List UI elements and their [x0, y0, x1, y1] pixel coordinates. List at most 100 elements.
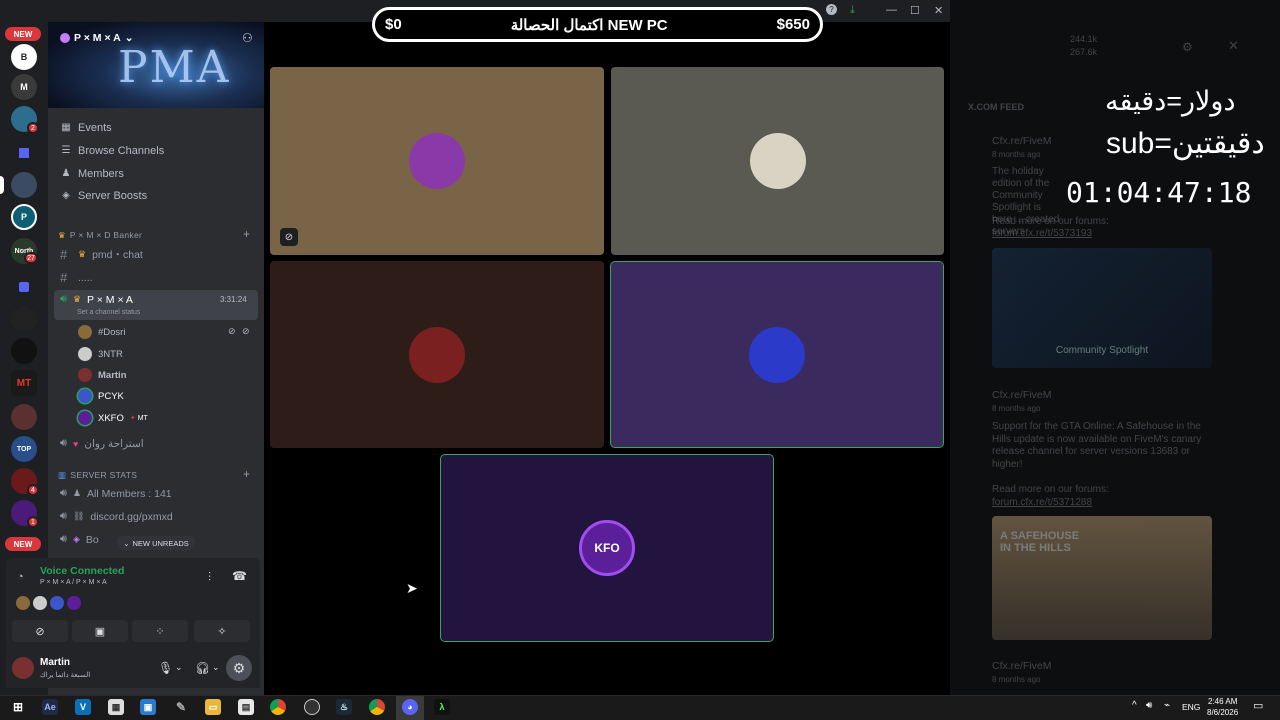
- camera-off-icon: ⊘: [280, 228, 298, 246]
- category-banker[interactable]: ♛ P × M × D Banker: [58, 230, 142, 241]
- chevron-down-icon: ⌄: [123, 538, 130, 548]
- minimize-button[interactable]: —: [886, 4, 897, 16]
- app-circle-icon[interactable]: [304, 699, 320, 715]
- calculator-icon[interactable]: ▦: [108, 699, 124, 715]
- nav-server-boosts[interactable]: ◈ Server Boosts: [60, 190, 147, 202]
- category-label: P × M × D Banker: [69, 230, 143, 240]
- server-icon-p[interactable]: P: [11, 204, 37, 230]
- participant-tile[interactable]: [611, 67, 944, 255]
- category-server-stats[interactable]: ▥ SERVER STATS: [58, 470, 137, 481]
- avatar: [78, 389, 92, 403]
- network-icon[interactable]: ⌁: [1164, 700, 1170, 711]
- voice-user[interactable]: #Dosri: [78, 325, 125, 339]
- clock-date[interactable]: 8/6/2026: [1207, 708, 1238, 717]
- windows-start-icon[interactable]: ⊞: [10, 699, 26, 715]
- discord-icon[interactable]: ◕: [402, 699, 418, 715]
- language-indicator[interactable]: ENG: [1182, 702, 1200, 712]
- user-tag: ✦ MT: [129, 415, 148, 422]
- chevron-down-icon[interactable]: ⌄: [175, 662, 183, 673]
- signal-icon[interactable]: ◔: [17, 571, 24, 583]
- notification-icon[interactable]: ▭: [1253, 699, 1263, 712]
- participant-tile-speaking[interactable]: KFO: [440, 454, 774, 642]
- server-icon-mt[interactable]: MT: [11, 370, 37, 396]
- noise-suppression-icon[interactable]: ⫶: [208, 570, 211, 585]
- settings-gear-icon[interactable]: ⚙: [226, 655, 252, 681]
- voice-user[interactable]: 3NTR: [78, 347, 123, 361]
- new-badge: NEW: [5, 537, 41, 551]
- boost-icon: ◈: [72, 534, 80, 544]
- add-channel-icon[interactable]: +: [243, 227, 250, 241]
- file-explorer-icon[interactable]: ▭: [205, 699, 221, 715]
- participant-tile[interactable]: [270, 261, 604, 448]
- download-icon[interactable]: ⤓: [850, 4, 855, 17]
- nav-browse-channels[interactable]: ☰ Browse Channels: [60, 145, 165, 157]
- close-button[interactable]: ✕: [934, 4, 943, 17]
- post-image[interactable]: A SAFEHOUSE IN THE HILLS: [992, 516, 1212, 640]
- server-icon-7[interactable]: [11, 306, 37, 332]
- server-icon-b[interactable]: B: [11, 44, 37, 70]
- app-v-icon[interactable]: V: [75, 699, 91, 715]
- post-image[interactable]: Community Spotlight: [992, 248, 1212, 368]
- link-icon: ⛓: [72, 511, 85, 521]
- post-link[interactable]: forum.cfx.re/t/5373193: [992, 228, 1092, 239]
- avatar: [50, 596, 64, 610]
- screen-share-button[interactable]: ▣: [72, 620, 128, 642]
- channel-dots[interactable]: #.....: [60, 270, 93, 285]
- voice-channel-path[interactable]: P × M × A / P × M × A: [40, 579, 107, 586]
- steam-icon[interactable]: ♨: [336, 699, 352, 715]
- post-time: 8 months ago: [992, 150, 1041, 159]
- avatar[interactable]: [12, 657, 34, 679]
- crown-icon: ♛: [58, 230, 66, 240]
- close-icon[interactable]: ✕: [1228, 38, 1239, 54]
- voice-user[interactable]: XKFO ✦ MT: [78, 411, 148, 425]
- overlay-rate-line1: دولار=دقيقه: [1105, 86, 1236, 116]
- activities-button[interactable]: ⁘: [132, 620, 188, 642]
- feather-icon[interactable]: ✎: [173, 699, 189, 715]
- server-icon-9[interactable]: [11, 404, 37, 430]
- add-friend-icon[interactable]: ⚇: [242, 31, 253, 45]
- server-icon-m[interactable]: M: [11, 74, 37, 100]
- app-blue-icon[interactable]: ▣: [140, 699, 156, 715]
- microphone-icon[interactable]: 🎙︎: [158, 661, 173, 675]
- add-channel-icon[interactable]: +: [243, 467, 250, 481]
- new-unreads-pill[interactable]: ⌄ NEW UNREADS: [117, 536, 195, 550]
- nav-events[interactable]: ▦ Events: [60, 122, 111, 134]
- server-icon-5[interactable]: [11, 172, 37, 198]
- chrome-icon[interactable]: [270, 699, 286, 715]
- server-icon-6[interactable]: [11, 274, 37, 300]
- channel-status-prompt[interactable]: Set a channel status: [77, 309, 140, 316]
- channel-pmd-chat[interactable]: # ♛ pmd・chat: [60, 247, 143, 262]
- voice-user[interactable]: PCYK: [78, 389, 124, 403]
- help-icon[interactable]: ?: [826, 4, 837, 15]
- chevron-down-icon[interactable]: ⌄: [212, 662, 220, 673]
- app-lambda-icon[interactable]: λ: [434, 699, 450, 715]
- server-icon-4[interactable]: [11, 140, 37, 166]
- volume-icon[interactable]: 🔊︎: [1146, 700, 1152, 711]
- disconnect-icon[interactable]: ☎: [232, 569, 247, 583]
- nav-members[interactable]: ♟ Members: [60, 168, 124, 180]
- goal-target: $650: [776, 16, 810, 33]
- maximize-button[interactable]: ☐: [910, 4, 920, 17]
- voice-user[interactable]: Martin: [78, 368, 127, 382]
- stat-channel[interactable]: 🔊︎ ⛓ discord.gg/pxmxd: [60, 510, 173, 523]
- app-ae-icon[interactable]: Ae: [42, 699, 58, 715]
- headphones-icon[interactable]: 🎧︎: [195, 661, 210, 675]
- tray-chevron-icon[interactable]: ^: [1132, 700, 1137, 711]
- camera-off-button[interactable]: ⊘: [12, 620, 68, 642]
- server-header[interactable]: P × M × A ⌄: [60, 32, 134, 44]
- post-link[interactable]: forum.cfx.re/t/5371288: [992, 497, 1092, 508]
- server-icon-top[interactable]: TOP: [11, 436, 37, 462]
- clock-time[interactable]: 2:46 AM: [1208, 697, 1237, 706]
- user-name: XKFO: [98, 412, 124, 424]
- store-icon[interactable]: ▤: [238, 699, 254, 715]
- chrome-icon[interactable]: [369, 699, 385, 715]
- participant-tile-speaking[interactable]: [610, 261, 944, 448]
- soundboard-button[interactable]: ✧: [194, 620, 250, 642]
- stat-channel[interactable]: 🔊︎ ◈ Bo: [60, 533, 99, 546]
- voice-channel-other[interactable]: 🔊︎ ♥ استراحة روان: [60, 437, 144, 450]
- server-icon-8[interactable]: [11, 338, 37, 364]
- stat-channel[interactable]: 🔊︎ ♟ All Members : 141: [60, 487, 172, 500]
- participant-tile[interactable]: [270, 67, 604, 255]
- settings-icon[interactable]: ⚙: [1182, 40, 1193, 54]
- avatar: [78, 325, 92, 339]
